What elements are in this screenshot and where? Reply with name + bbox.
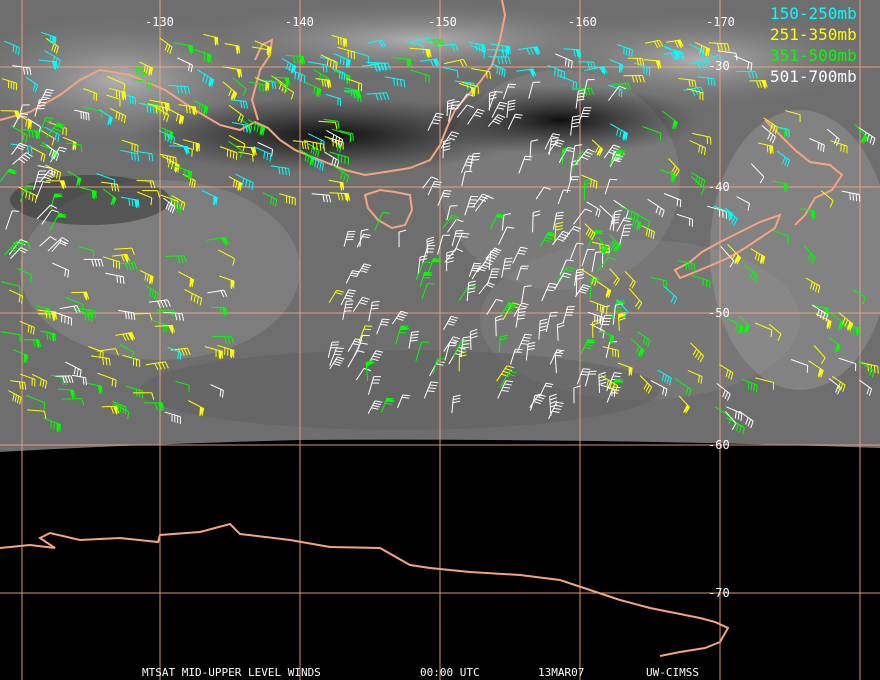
lon-label-130: -130 bbox=[145, 15, 174, 29]
lat-label-30: -30 bbox=[708, 59, 730, 73]
antarctica-coast bbox=[0, 522, 730, 657]
legend-150-250: 150-250mb bbox=[770, 4, 857, 23]
map-canvas: -130 -140 -150 -160 -170 -30 -40 -50 -60… bbox=[0, 0, 880, 680]
satellite-wind-map: -130 -140 -150 -160 -170 -30 -40 -50 -60… bbox=[0, 0, 880, 680]
legend-351-500: 351-500mb bbox=[770, 46, 857, 65]
footer-source: UW-CIMSS bbox=[646, 666, 699, 679]
footer-date: 13MAR07 bbox=[538, 666, 584, 679]
lat-label-50: -50 bbox=[708, 306, 730, 320]
legend-251-350: 251-350mb bbox=[770, 25, 857, 44]
footer: MTSAT MID-UPPER LEVEL WINDS 00:00 UTC 13… bbox=[142, 666, 699, 679]
footer-product: MTSAT MID-UPPER LEVEL WINDS bbox=[142, 666, 321, 679]
lat-label-60: -60 bbox=[708, 438, 730, 452]
lon-label-150: -150 bbox=[428, 15, 457, 29]
lon-label-140: -140 bbox=[285, 15, 314, 29]
lon-label-160: -160 bbox=[568, 15, 597, 29]
lon-label-170: -170 bbox=[706, 15, 735, 29]
footer-time: 00:00 UTC bbox=[420, 666, 480, 679]
lat-label-40: -40 bbox=[708, 180, 730, 194]
lat-label-70: -70 bbox=[708, 586, 730, 600]
legend-501-700: 501-700mb bbox=[770, 67, 857, 86]
